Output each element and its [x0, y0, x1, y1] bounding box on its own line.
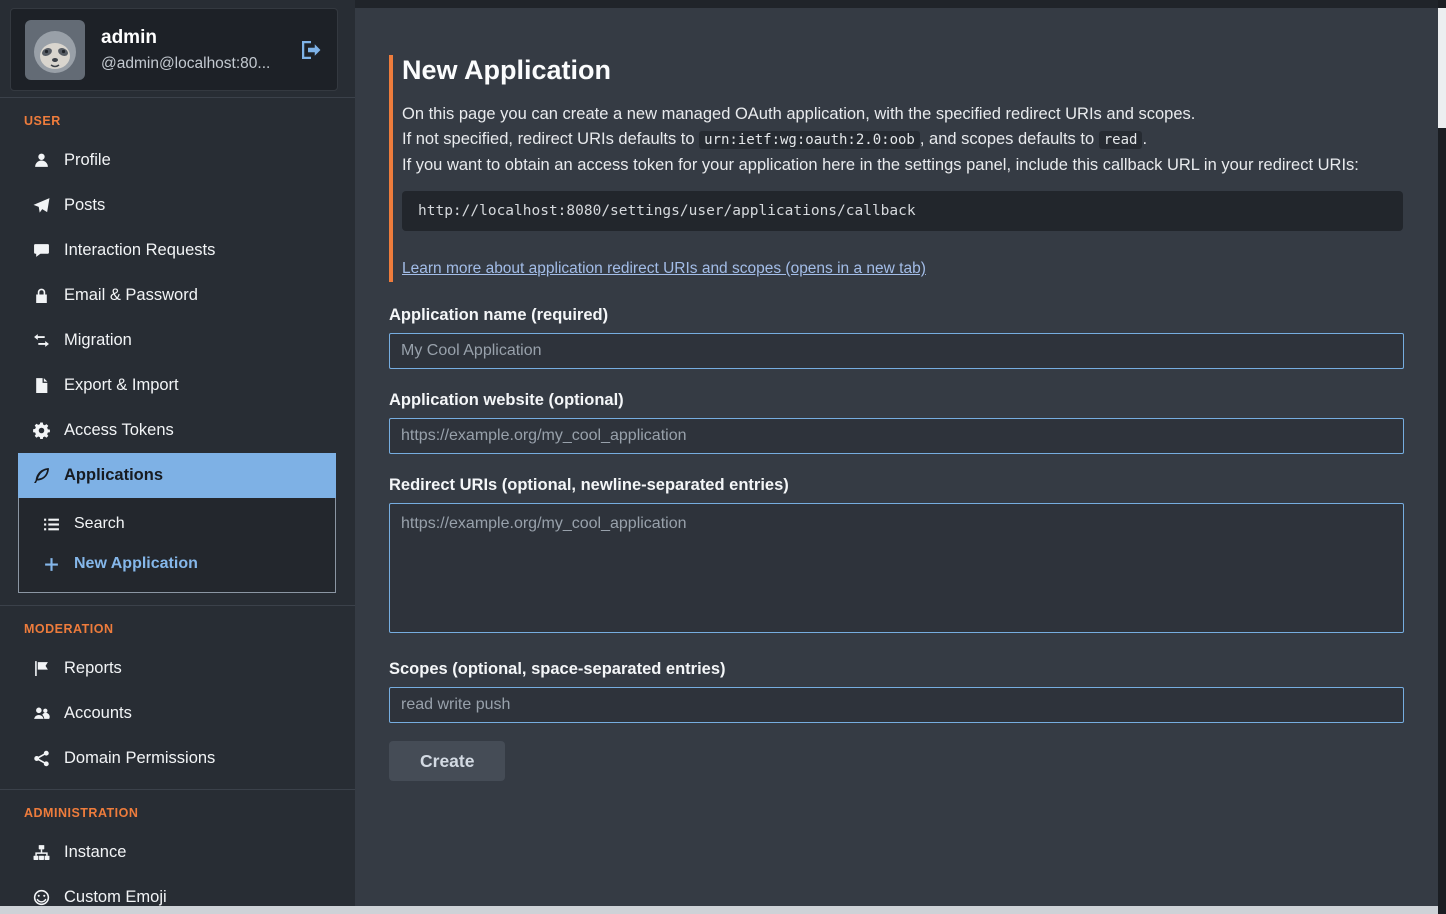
section-label-moderation: MODERATION	[0, 606, 355, 646]
sidebar-item-label: Email & Password	[64, 286, 198, 305]
learn-more-link[interactable]: Learn more about application redirect UR…	[402, 260, 926, 278]
applications-block: Applications Search New Application	[18, 453, 336, 593]
flag-icon	[33, 660, 50, 677]
main-panel: New Application On this page you can cre…	[355, 8, 1438, 914]
app-root: admin @admin@localhost:80... USER Profil…	[0, 0, 1446, 914]
sidebar-item-export-import[interactable]: Export & Import	[0, 363, 355, 408]
intro-line-2: If not specified, redirect URIs defaults…	[402, 127, 1403, 153]
sidebar: admin @admin@localhost:80... USER Profil…	[0, 0, 355, 906]
sidebar-item-interaction-requests[interactable]: Interaction Requests	[0, 228, 355, 273]
sitemap-icon	[33, 844, 50, 861]
intro-line-2-pre: If not specified, redirect URIs defaults…	[402, 130, 699, 148]
sidebar-item-label: Instance	[64, 843, 126, 862]
applications-submenu: Search New Application	[18, 498, 336, 593]
sidebar-item-label: Accounts	[64, 704, 132, 723]
sidebar-item-custom-emoji[interactable]: Custom Emoji	[0, 875, 355, 906]
nav-section-moderation: MODERATION Reports Accounts Domain Permi…	[0, 605, 355, 789]
smiley-icon	[33, 889, 50, 906]
redirect-uris-textarea[interactable]	[389, 503, 1404, 633]
nav-section-user: USER Profile Posts Interaction Requests	[0, 97, 355, 605]
vertical-scrollbar-thumb[interactable]	[1438, 8, 1446, 128]
sidebar-item-accounts[interactable]: Accounts	[0, 691, 355, 736]
sidebar-item-email-password[interactable]: Email & Password	[0, 273, 355, 318]
plus-icon	[43, 556, 60, 573]
sidebar-item-label: Domain Permissions	[64, 749, 215, 768]
paper-plane-icon	[33, 197, 50, 214]
application-name-input[interactable]	[389, 333, 1404, 369]
comment-icon	[33, 242, 50, 259]
intro-line-3: If you want to obtain an access token fo…	[402, 153, 1403, 178]
feather-icon	[33, 467, 50, 484]
application-website-input[interactable]	[389, 418, 1404, 454]
sidebar-item-label: Profile	[64, 151, 111, 170]
sidebar-item-migration[interactable]: Migration	[0, 318, 355, 363]
sidebar-item-label: Custom Emoji	[64, 888, 167, 906]
vertical-scrollbar[interactable]	[1438, 0, 1446, 906]
share-nodes-icon	[33, 750, 50, 767]
user-icon	[33, 152, 50, 169]
sidebar-item-posts[interactable]: Posts	[0, 183, 355, 228]
sidebar-item-domain-permissions[interactable]: Domain Permissions	[0, 736, 355, 781]
redirect-uris-field: Redirect URIs (optional, newline-separat…	[389, 476, 1404, 638]
oauth-header: New Application On this page you can cre…	[389, 55, 1403, 282]
lock-icon	[33, 287, 50, 304]
sidebar-item-applications[interactable]: Applications	[18, 453, 336, 498]
user-name: admin	[101, 27, 270, 49]
application-name-label: Application name (required)	[389, 306, 1404, 325]
intro-text: On this page you can create a new manage…	[402, 102, 1403, 178]
new-application-form: Application name (required) Application …	[389, 306, 1404, 781]
application-website-field: Application website (optional)	[389, 391, 1404, 454]
intro-line-2-post: .	[1142, 130, 1147, 148]
redirect-uris-label: Redirect URIs (optional, newline-separat…	[389, 476, 1404, 495]
list-icon	[43, 516, 60, 533]
section-label-user: USER	[0, 98, 355, 138]
intro-line-1: On this page you can create a new manage…	[402, 102, 1403, 127]
sidebar-item-label: Export & Import	[64, 376, 179, 395]
application-website-label: Application website (optional)	[389, 391, 1404, 410]
user-handle: @admin@localhost:80...	[101, 55, 270, 73]
read-code: read	[1099, 131, 1143, 149]
intro-line-2-mid: , and scopes defaults to	[920, 130, 1099, 148]
sidebar-item-label: Reports	[64, 659, 122, 678]
user-card[interactable]: admin @admin@localhost:80...	[10, 8, 338, 91]
sidebar-item-reports[interactable]: Reports	[0, 646, 355, 691]
user-meta: admin @admin@localhost:80...	[101, 27, 270, 73]
scopes-label: Scopes (optional, space-separated entrie…	[389, 660, 1404, 679]
arrows-left-right-icon	[33, 332, 50, 349]
oob-code: urn:ietf:wg:oauth:2.0:oob	[699, 131, 920, 149]
sidebar-item-label: Migration	[64, 331, 132, 350]
sidebar-item-label: Posts	[64, 196, 105, 215]
application-name-field: Application name (required)	[389, 306, 1404, 369]
create-button[interactable]: Create	[389, 741, 505, 781]
scopes-input[interactable]	[389, 687, 1404, 723]
scopes-field: Scopes (optional, space-separated entrie…	[389, 660, 1404, 723]
sidebar-item-label: Interaction Requests	[64, 241, 215, 260]
nav-section-administration: ADMINISTRATION Instance Custom Emoji Act…	[0, 789, 355, 906]
sidebar-item-label: Access Tokens	[64, 421, 174, 440]
section-label-administration: ADMINISTRATION	[0, 790, 355, 830]
horizontal-scrollbar[interactable]	[0, 906, 1446, 914]
logout-icon[interactable]	[299, 38, 323, 62]
sidebar-item-label: Applications	[64, 466, 163, 485]
sidebar-nav: USER Profile Posts Interaction Requests	[0, 97, 355, 906]
callback-url-code-block: http://localhost:8080/settings/user/appl…	[402, 191, 1403, 231]
sidebar-item-applications-new[interactable]: New Application	[19, 544, 335, 584]
gear-icon	[33, 422, 50, 439]
sidebar-item-access-tokens[interactable]: Access Tokens	[0, 408, 355, 453]
sidebar-item-instance[interactable]: Instance	[0, 830, 355, 875]
page-title: New Application	[402, 55, 1403, 86]
horizontal-scrollbar-thumb[interactable]	[0, 906, 1438, 914]
file-export-icon	[33, 377, 50, 394]
sidebar-item-label: New Application	[74, 555, 198, 573]
sidebar-item-profile[interactable]: Profile	[0, 138, 355, 183]
avatar	[25, 20, 85, 80]
sidebar-item-applications-search[interactable]: Search	[19, 504, 335, 544]
sidebar-item-label: Search	[74, 515, 125, 533]
users-icon	[33, 705, 50, 722]
